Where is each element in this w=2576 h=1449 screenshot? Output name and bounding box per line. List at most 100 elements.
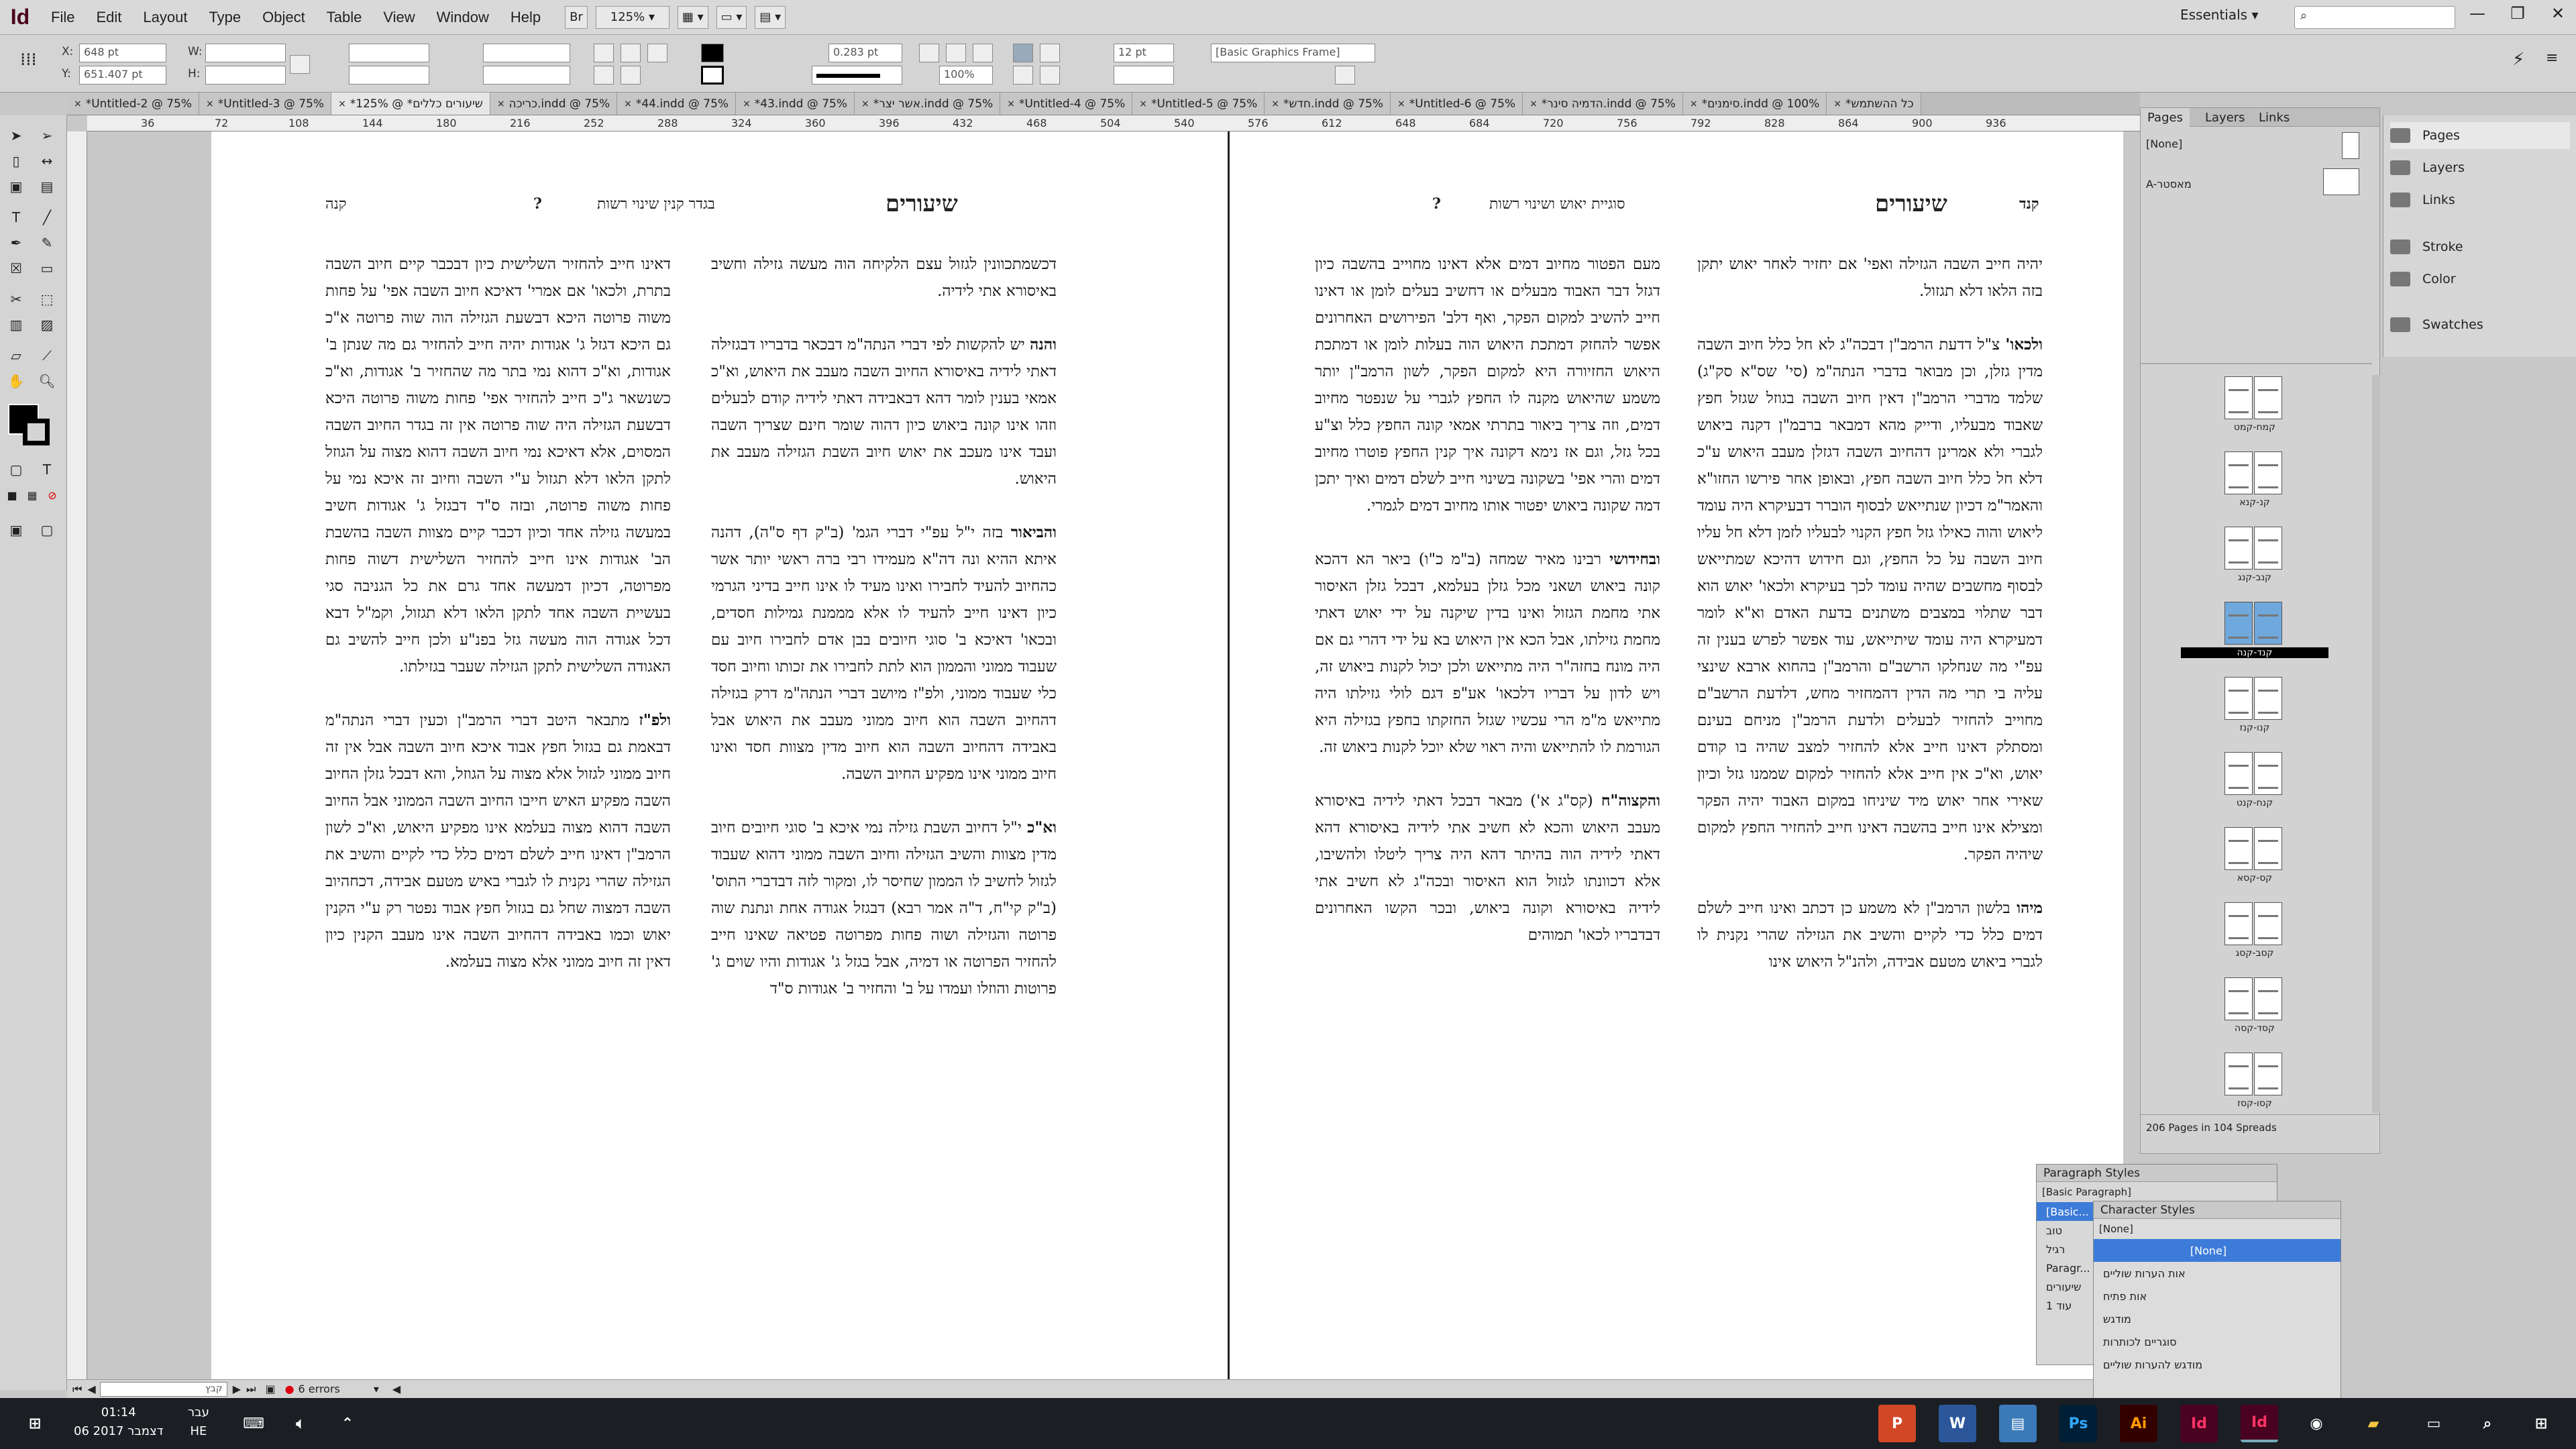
last-page-button[interactable]: ⏭	[246, 1383, 256, 1396]
spread-label[interactable]: קנ-קנא	[2181, 497, 2328, 508]
note-tool-icon[interactable]: ▱	[4, 343, 28, 368]
pasteboard[interactable]: קנה ? בגדר קנין שינוי רשות שיעורים ? סוג…	[87, 131, 2140, 1379]
spread-label[interactable]: קנב-קנג	[2181, 572, 2328, 583]
character-style-item[interactable]: סוגריים לכותרות	[2094, 1330, 2341, 1353]
workspace-switcher[interactable]: Essentials ▾	[2180, 7, 2259, 23]
screen-mode-icon[interactable]: ▭ ▾	[716, 5, 747, 29]
spread-label[interactable]: קנד-קנה	[2181, 647, 2328, 658]
chrome-icon[interactable]: ◉	[2298, 1405, 2335, 1442]
lightning-icon[interactable]: ⚡	[2512, 50, 2532, 70]
text-column-3[interactable]: מעם הפטור מחיוב דמים אלא דאינו מחוייב בה…	[1315, 251, 1660, 1378]
gradient-feather-icon[interactable]: ▨	[35, 313, 59, 337]
spread-thumbnail[interactable]	[2224, 902, 2285, 955]
page-thumb-left[interactable]	[2224, 602, 2253, 645]
close-tab-icon[interactable]: ×	[1690, 99, 1698, 109]
text-wrap-jump-icon[interactable]	[1040, 66, 1060, 85]
word-icon[interactable]: W	[1939, 1405, 1976, 1442]
page-thumb-right[interactable]	[2254, 376, 2282, 419]
spread-label[interactable]: קס-קסא	[2181, 873, 2328, 883]
close-tab-icon[interactable]: ×	[338, 99, 346, 109]
hand-tool-icon[interactable]: ✋	[4, 369, 28, 393]
spread-thumbnail[interactable]	[2224, 677, 2285, 729]
document-tab[interactable]: × *Untitled-6 @ 75%	[1391, 93, 1523, 115]
y-field[interactable]: 651.407 pt	[79, 66, 166, 85]
selection-tool-icon[interactable]: ➤	[4, 123, 28, 148]
select-container-icon[interactable]	[594, 66, 614, 85]
master-a[interactable]: A-מאסטר	[2146, 178, 2192, 191]
language-indicator[interactable]: עבר HE	[188, 1403, 209, 1441]
content-placer-icon[interactable]: ▤	[35, 174, 59, 199]
document-tab[interactable]: × *Untitled-2 @ 75%	[67, 93, 200, 115]
close-tab-icon[interactable]: ×	[1271, 99, 1279, 109]
file-explorer-icon[interactable]: ▰	[2355, 1405, 2392, 1442]
document-tab[interactable]: × *אשר יצר.indd @ 75%	[855, 93, 1001, 115]
spread-label[interactable]: קסב-קסג	[2181, 948, 2328, 959]
menu-file[interactable]: File	[40, 9, 85, 26]
rotation-field[interactable]	[483, 44, 570, 62]
horizontal-ruler[interactable]: 36 72 108 144 180 216 252 288 324 360 396 432 468 504…	[87, 115, 2140, 131]
gap-tool-icon[interactable]: ↔	[35, 149, 59, 173]
network-app-icon[interactable]: ▤	[1999, 1405, 2037, 1442]
spread-thumbnail[interactable]	[2224, 527, 2285, 579]
page-thumb-left[interactable]	[2224, 527, 2253, 570]
preflight-menu-icon[interactable]: ▾	[374, 1383, 379, 1395]
volume-icon[interactable]: 🔈︎	[282, 1405, 319, 1442]
document-tab[interactable]: × *סימנים.indd @ 100%	[1682, 93, 1827, 115]
text-column-1[interactable]: דאינו חייב להחזיר השלישית כיון דבכבר קיי…	[325, 251, 671, 1378]
fill-swatch[interactable]	[701, 44, 724, 62]
pen-tool-icon[interactable]: ✒	[4, 231, 28, 255]
page-thumb-right[interactable]	[2254, 827, 2282, 870]
height-field[interactable]	[205, 66, 286, 85]
bridge-icon[interactable]: Br	[565, 5, 588, 29]
apply-none-icon[interactable]: ⊘	[40, 483, 64, 507]
direct-selection-tool-icon[interactable]: ➢	[35, 123, 59, 148]
arrange-documents-icon[interactable]: ▤ ▾	[755, 5, 786, 29]
page-thumb-left[interactable]	[2224, 977, 2253, 1020]
width-field[interactable]	[205, 44, 286, 62]
zoom-tool-icon[interactable]: 🔍︎	[35, 369, 59, 393]
line-tool-icon[interactable]: ╱	[35, 205, 59, 229]
start-button-icon[interactable]: ⊞	[16, 1405, 54, 1442]
x-field[interactable]: 648 pt	[79, 44, 166, 62]
panel-swatches-button[interactable]: Swatches	[2390, 311, 2570, 338]
network-icon[interactable]: ⌃	[329, 1405, 366, 1442]
page-thumb-right[interactable]	[2254, 602, 2282, 645]
page-thumb-left[interactable]	[2224, 376, 2253, 419]
page-thumb-right[interactable]	[2254, 677, 2282, 720]
menu-window[interactable]: Window	[426, 9, 500, 26]
close-tab-icon[interactable]: ×	[1529, 99, 1538, 109]
master-none[interactable]: [None]	[2146, 138, 2182, 150]
panel-pages-button[interactable]: Pages	[2390, 122, 2570, 149]
stroke-type-select[interactable]	[812, 66, 902, 85]
photoshop-icon[interactable]: Ps	[2059, 1405, 2097, 1442]
paragraph-styles-title[interactable]: Paragraph Styles	[2037, 1165, 2277, 1182]
close-button[interactable]: ✕	[2539, 0, 2576, 27]
rotate-ccw-icon[interactable]	[621, 44, 641, 62]
menu-help[interactable]: Help	[500, 9, 551, 26]
close-tab-icon[interactable]: ×	[1007, 99, 1015, 109]
page-number-field[interactable]: קבץ	[99, 1381, 227, 1397]
document-tab[interactable]: × *חדש.indd @ 75%	[1265, 93, 1391, 115]
close-tab-icon[interactable]: ×	[743, 99, 751, 109]
panel-color-button[interactable]: Color	[2390, 266, 2570, 292]
text-column-2[interactable]: דכשמתכוונין לגזול עצם הלקיחה הוה מעשה גז…	[711, 251, 1057, 1378]
page-thumb-right[interactable]	[2254, 752, 2282, 795]
text-wrap-shape-icon[interactable]	[1013, 66, 1033, 85]
close-tab-icon[interactable]: ×	[1397, 99, 1405, 109]
formatting-text-icon[interactable]: T	[35, 458, 59, 482]
page-thumb-left[interactable]	[2224, 827, 2253, 870]
text-wrap-none-icon[interactable]	[1013, 44, 1033, 62]
spread-thumbnail[interactable]	[2224, 752, 2285, 804]
rectangle-frame-tool-icon[interactable]: ☒	[4, 256, 28, 280]
page-spread[interactable]: קנה ? בגדר קנין שינוי רשות שיעורים ? סוג…	[211, 131, 2123, 1379]
maximize-button[interactable]: ❐	[2499, 0, 2536, 27]
spread-thumbnail[interactable]	[2224, 977, 2285, 1030]
fitting-icon-1[interactable]	[919, 44, 939, 62]
stroke-swatch[interactable]	[701, 66, 724, 85]
first-page-button[interactable]: ⏮	[72, 1383, 82, 1396]
clock[interactable]: 01:14 06 דצמבר 2017	[74, 1403, 163, 1441]
panel-splitter[interactable]	[2141, 363, 2372, 367]
page-thumb-right[interactable]	[2254, 902, 2282, 945]
character-style-item[interactable]: מודגש	[2094, 1307, 2341, 1330]
preview-mode-icon[interactable]: ▢	[35, 518, 59, 542]
